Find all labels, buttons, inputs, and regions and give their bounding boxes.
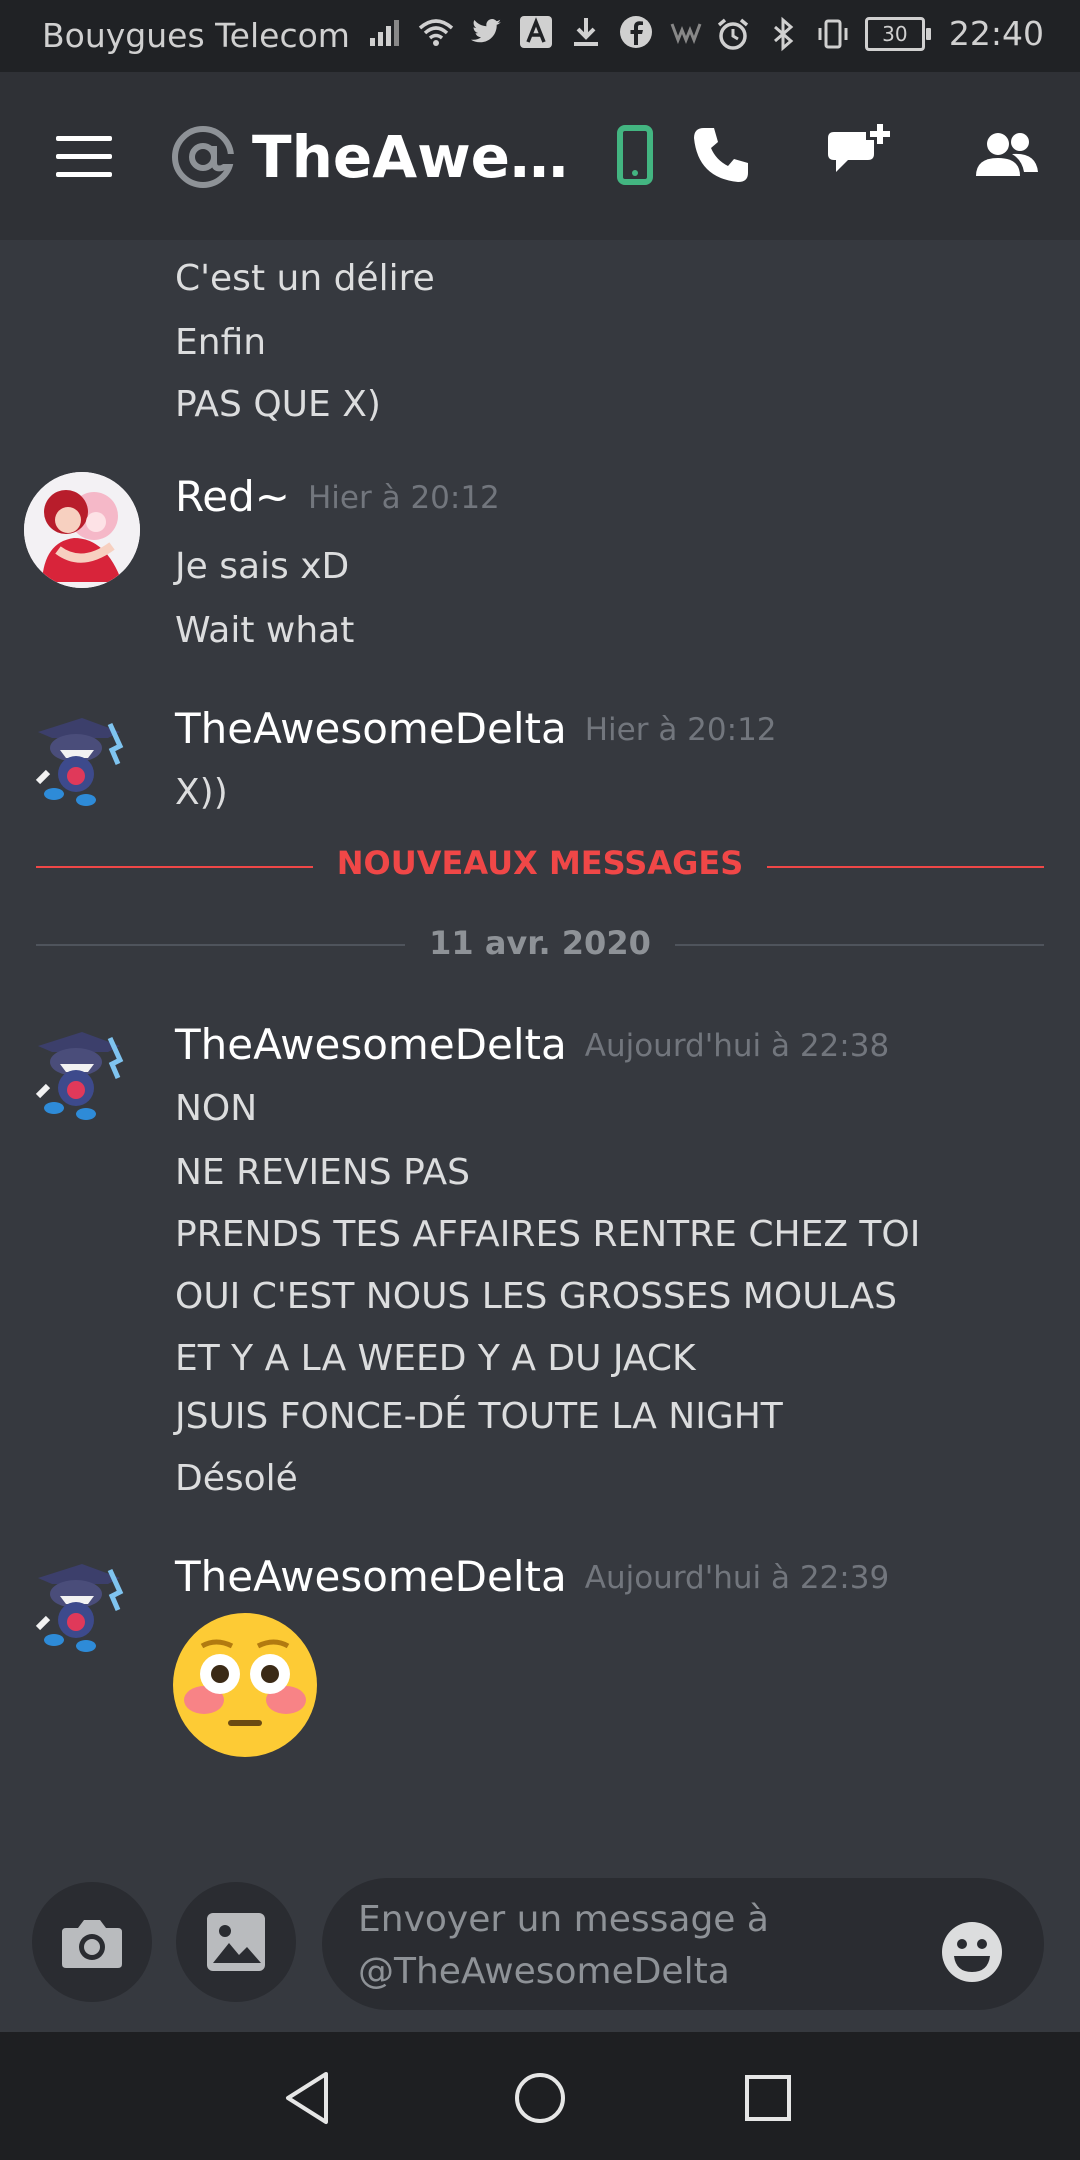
red-avatar-image: [24, 472, 140, 588]
avatar[interactable]: [24, 472, 140, 588]
message-author[interactable]: Red~ Hier à 20:12: [175, 472, 500, 521]
vibrate-icon: [818, 19, 848, 48]
new-messages-label: NOUVEAUX MESSAGES: [0, 844, 1080, 882]
delta-avatar-image: [35, 1032, 124, 1120]
flushed-face-emoji[interactable]: [172, 1612, 318, 1758]
message-text: NON: [175, 1088, 258, 1129]
message-text: PRENDS TES AFFAIRES RENTRE CHEZ TOI: [175, 1214, 921, 1255]
download-icon: [574, 18, 598, 46]
author-name[interactable]: TheAwesomeDelta: [175, 704, 567, 753]
status-bar: Bouygues Telecom 30 22:40: [0, 0, 1080, 72]
carrier-name: Bouygues Telecom: [42, 16, 350, 55]
camera-icon: [62, 1920, 122, 1968]
message-text: Wait what: [175, 610, 355, 651]
recents-icon[interactable]: [736, 2066, 800, 2130]
bluetooth-icon: [773, 16, 794, 51]
emoji-picker-button[interactable]: [940, 1920, 1004, 1984]
message-timestamp: Aujourd'hui à 22:38: [584, 1028, 890, 1064]
input-placeholder-line1: Envoyer un message à: [358, 1899, 769, 1940]
back-icon[interactable]: [276, 2066, 340, 2130]
menu-button[interactable]: [56, 136, 112, 180]
input-placeholder-line2: @TheAwesomeDelta: [358, 1951, 730, 1992]
alarm-icon: [717, 18, 749, 50]
message-timestamp: Hier à 20:12: [584, 712, 777, 748]
add-to-dm-button[interactable]: [822, 120, 894, 192]
message-text: NE REVIENS PAS: [175, 1152, 470, 1193]
signal-icon: [370, 20, 399, 46]
page-title: TheAwesomeDelta: [252, 123, 582, 191]
avatar[interactable]: [24, 1016, 140, 1132]
battery-indicator: 30: [864, 16, 931, 51]
at-sign-icon: [172, 126, 236, 188]
camera-button[interactable]: [32, 1882, 152, 2002]
message-timestamp: Aujourd'hui à 22:39: [584, 1560, 890, 1596]
message-text: X)): [175, 772, 228, 813]
system-nav-bar: [0, 2032, 1080, 2160]
avatar[interactable]: [24, 702, 140, 818]
app-notification-icon: [670, 23, 702, 45]
mobile-status-icon: [617, 125, 653, 185]
twitter-icon: [471, 19, 501, 43]
wifi-icon: [418, 19, 454, 46]
battery-level: 30: [882, 21, 908, 46]
delta-avatar-image: [35, 718, 124, 806]
image-icon: [207, 1913, 265, 1971]
channel-header: TheAwesomeDelta: [0, 72, 1080, 240]
message-author[interactable]: TheAwesomeDelta Aujourd'hui à 22:39: [175, 1552, 889, 1601]
message-list[interactable]: C'est un délire Enfin PAS QUE X) Red~ Hie…: [0, 240, 1080, 1872]
message-author[interactable]: TheAwesomeDelta Aujourd'hui à 22:38: [175, 1020, 889, 1069]
message-text: PAS QUE X): [175, 384, 381, 425]
message-text: ET Y A LA WEED Y A DU JACK: [175, 1338, 696, 1379]
message-text: Enfin: [175, 322, 267, 363]
message-timestamp: Hier à 20:12: [308, 480, 500, 516]
voice-call-button[interactable]: [684, 120, 756, 192]
date-text: 11 avr. 2020: [405, 924, 675, 962]
author-name[interactable]: Red~: [175, 472, 290, 521]
message-text: Je sais xD: [175, 546, 350, 587]
delta-avatar-image: [35, 1564, 124, 1652]
gallery-button[interactable]: [176, 1882, 296, 2002]
font-app-icon: [520, 16, 552, 48]
author-name[interactable]: TheAwesomeDelta: [175, 1552, 567, 1601]
message-text: C'est un délire: [175, 258, 435, 299]
message-input[interactable]: Envoyer un message à @TheAwesomeDelta: [322, 1878, 1044, 2010]
facebook-icon: [620, 16, 652, 48]
clock: 22:40: [948, 14, 1044, 53]
members-button[interactable]: [970, 120, 1042, 192]
message-author[interactable]: TheAwesomeDelta Hier à 20:12: [175, 704, 777, 753]
message-text: Désolé: [175, 1458, 298, 1499]
message-text: OUI C'EST NOUS LES GROSSES MOULAS: [175, 1276, 897, 1317]
home-icon[interactable]: [508, 2066, 572, 2130]
date-label: 11 avr. 2020: [0, 924, 1080, 962]
message-composer: Envoyer un message à @TheAwesomeDelta: [0, 1872, 1080, 2032]
avatar[interactable]: [24, 1548, 140, 1664]
new-messages-text: NOUVEAUX MESSAGES: [312, 844, 768, 882]
author-name[interactable]: TheAwesomeDelta: [175, 1020, 567, 1069]
message-text: JSUIS FONCE-DÉ TOUTE LA NIGHT: [175, 1396, 783, 1437]
